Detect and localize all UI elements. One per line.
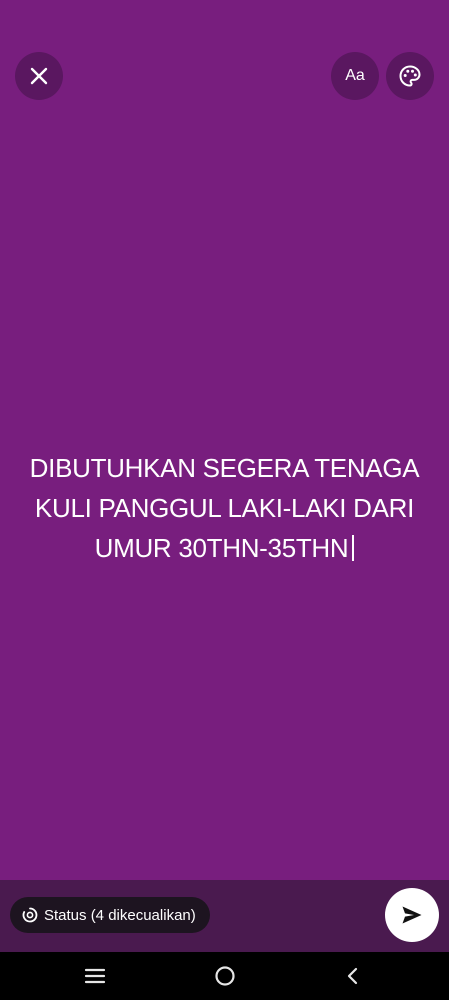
status-text-input[interactable]: DIBUTUHKAN SEGERA TENAGA KULI PANGGUL LA… — [16, 448, 433, 568]
home-button[interactable] — [211, 962, 239, 990]
close-icon — [29, 66, 49, 86]
status-editor-canvas[interactable]: Aa DIBUTUHKAN SEGERA TENAGA KULI PANGGUL… — [0, 0, 449, 880]
status-audience-label: Status (4 dikecualikan) — [44, 906, 196, 924]
home-icon — [214, 965, 236, 987]
menu-icon — [84, 967, 106, 985]
font-button-label: Aa — [345, 67, 365, 84]
close-button[interactable] — [15, 52, 63, 100]
status-audience-button[interactable]: Status (4 dikecualikan) — [10, 897, 210, 933]
status-text-line: UMUR 30THN-35THN — [94, 533, 349, 563]
back-icon — [344, 966, 362, 986]
system-navigation-bar — [0, 952, 449, 1000]
font-style-button[interactable]: Aa — [331, 52, 379, 100]
send-icon — [401, 905, 423, 925]
send-button[interactable] — [385, 888, 439, 942]
status-text-line: DIBUTUHKAN SEGERA TENAGA — [29, 453, 420, 483]
back-button[interactable] — [339, 962, 367, 990]
color-palette-button[interactable] — [386, 52, 434, 100]
text-cursor — [352, 535, 355, 561]
recent-apps-button[interactable] — [81, 962, 109, 990]
composer-footer: Status (4 dikecualikan) — [0, 880, 449, 952]
status-text-line: KULI PANGGUL LAKI-LAKI DARI — [34, 493, 415, 523]
palette-icon — [398, 64, 422, 88]
status-icon — [22, 907, 38, 923]
